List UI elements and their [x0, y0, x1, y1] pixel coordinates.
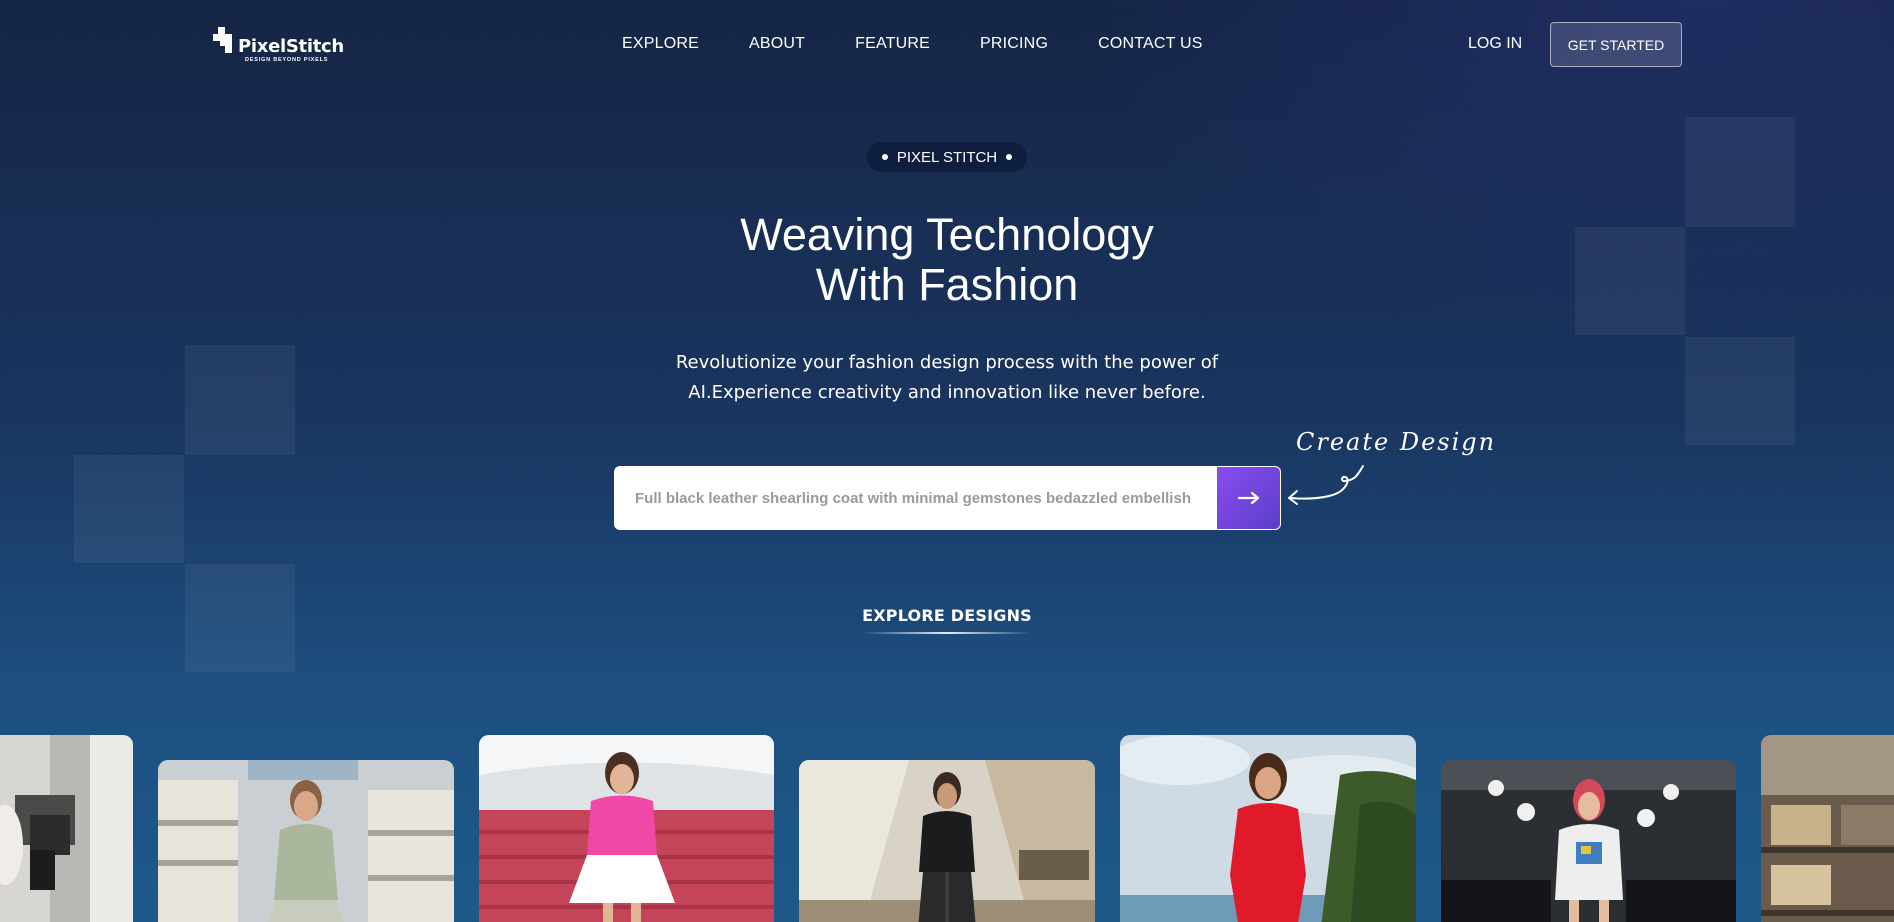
- nav-pricing[interactable]: PRICING: [980, 35, 1048, 53]
- design-card[interactable]: [0, 735, 133, 922]
- dot-icon: [881, 154, 888, 160]
- design-image-pink-tee: [479, 735, 774, 922]
- decor-square: [1575, 227, 1685, 335]
- brand-name: PixelStitch: [238, 36, 344, 57]
- design-image-red-dress: [1120, 735, 1416, 922]
- pixel-logo-icon: [213, 27, 235, 55]
- design-image-graphic-tee: [1441, 760, 1736, 922]
- design-card[interactable]: [1120, 735, 1416, 922]
- get-started-button[interactable]: GET STARTED: [1550, 22, 1682, 67]
- create-design-annotation: Create Design: [1296, 428, 1497, 456]
- hero-title-line1: Weaving Technology: [740, 209, 1154, 260]
- submit-design-button[interactable]: [1217, 467, 1280, 529]
- decor-square: [185, 564, 295, 672]
- login-link[interactable]: LOG IN: [1468, 35, 1522, 53]
- design-card[interactable]: [1761, 735, 1894, 922]
- top-navbar: PixelStitch DESIGN BEYOND PIXELS EXPLORE…: [0, 0, 1894, 90]
- design-image-sage-blouse: [158, 760, 454, 922]
- curved-arrow-icon: [1288, 465, 1364, 505]
- explore-designs-link[interactable]: EXPLORE DESIGNS: [847, 606, 1047, 625]
- nav-contact-us[interactable]: CONTACT US: [1098, 35, 1203, 53]
- decor-square: [1685, 337, 1795, 445]
- nav-links: EXPLORE ABOUT FEATURE PRICING CONTACT US: [622, 35, 1253, 53]
- design-image-white-dress: [0, 735, 133, 922]
- hero-title-line2: With Fashion: [815, 259, 1079, 310]
- design-image-black-leather: [799, 760, 1095, 922]
- design-card[interactable]: [799, 760, 1095, 922]
- nav-explore[interactable]: EXPLORE: [622, 35, 699, 53]
- explore-underline: [862, 632, 1032, 634]
- decor-square: [74, 455, 184, 563]
- design-image-mall: [1761, 735, 1894, 922]
- decor-square: [185, 345, 295, 455]
- nav-feature[interactable]: FEATURE: [855, 35, 930, 53]
- hero-badge: PIXEL STITCH: [867, 142, 1027, 172]
- nav-about[interactable]: ABOUT: [749, 35, 805, 53]
- design-prompt-input[interactable]: [615, 467, 1217, 529]
- design-card[interactable]: [1441, 760, 1736, 922]
- arrow-right-icon: [1237, 491, 1259, 505]
- hero-title: Weaving Technology With Fashion: [547, 210, 1347, 310]
- design-prompt-form: [614, 466, 1281, 530]
- logo[interactable]: PixelStitch DESIGN BEYOND PIXELS: [213, 27, 344, 63]
- design-card[interactable]: [158, 760, 454, 922]
- brand-tagline: DESIGN BEYOND PIXELS: [245, 57, 329, 63]
- hero-subtitle-line1: Revolutionize your fashion design proces…: [675, 352, 1219, 373]
- decor-square: [1685, 117, 1795, 227]
- design-card[interactable]: [479, 735, 774, 922]
- dot-icon: [1006, 154, 1013, 160]
- hero-subtitle: Revolutionize your fashion design proces…: [597, 348, 1297, 408]
- hero-subtitle-line2: AI.Experience creativity and innovation …: [688, 382, 1206, 403]
- hero-badge-label: PIXEL STITCH: [896, 148, 998, 166]
